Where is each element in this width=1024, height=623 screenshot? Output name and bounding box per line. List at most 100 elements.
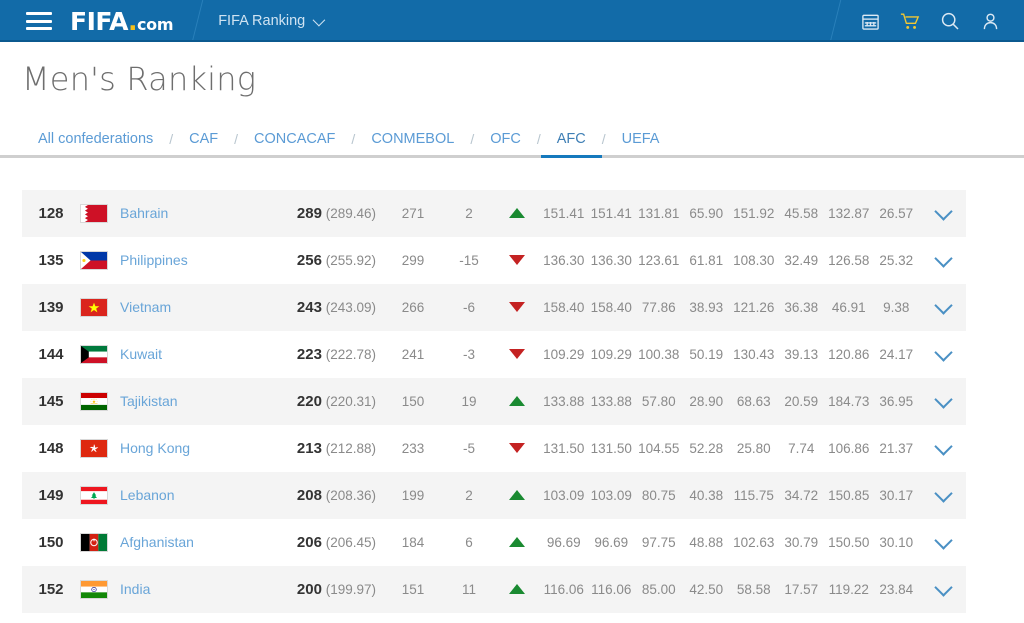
- table-row[interactable]: 152 India 200 (199.97) 151 11 116.06 116.06 85…: [22, 566, 966, 613]
- flag-icon: [80, 439, 108, 458]
- section-dropdown-label: FIFA Ranking: [218, 13, 306, 29]
- points-cell: 206 (206.45): [262, 519, 382, 566]
- table-row[interactable]: 145 Tajikistan 220 (220.31) 150 19 133.88 133…: [22, 378, 966, 425]
- tab-concacaf[interactable]: CONCACAF: [238, 131, 351, 158]
- table-row[interactable]: 144 Kuwait 223 (222.78) 241 -3 109.29 109.29 1…: [22, 331, 966, 378]
- points-cell: 220 (220.31): [262, 378, 382, 425]
- arrow-up-glyph: [509, 536, 525, 547]
- country-flag-cell: [80, 519, 120, 566]
- topbar-actions: [829, 0, 1024, 42]
- rank-change-value: 11: [461, 582, 476, 597]
- metric-value-8: 26.57: [879, 206, 914, 221]
- team-name-cell: Hong Kong: [120, 425, 262, 472]
- table-row[interactable]: 128 Bahrain 289 (289.46) 271 2 151.41 151.41 1…: [22, 190, 966, 237]
- trend-down-icon: [494, 284, 540, 331]
- points-exact-value: (289.46): [321, 205, 376, 221]
- chevron-down-icon: [933, 201, 953, 221]
- rank-change-value: 19: [461, 394, 477, 409]
- table-row[interactable]: 139 Vietnam 243 (243.09) 266 -6 158.40 158.40…: [22, 284, 966, 331]
- trend-up-icon: [494, 190, 540, 237]
- team-link[interactable]: Lebanon: [120, 487, 175, 503]
- table-row[interactable]: 148 Hong Kong 213 (212.88) 233 -5 131.50 131.…: [22, 425, 966, 472]
- metric-value-1: 151.41: [543, 206, 585, 221]
- team-link[interactable]: Kuwait: [120, 346, 162, 362]
- expand-row-button[interactable]: [920, 566, 966, 613]
- previous-points-value: 199: [401, 488, 425, 503]
- team-link[interactable]: Philippines: [120, 252, 188, 268]
- metric-value-2: 96.69: [594, 535, 629, 550]
- country-flag-cell: [80, 566, 120, 613]
- table-row[interactable]: 150 Afghanistan 206 (206.45) 184 6 96.69 96.6…: [22, 519, 966, 566]
- tab-uefa[interactable]: UEFA: [606, 131, 676, 158]
- country-flag-cell: [80, 472, 120, 519]
- metric-value-4: 42.50: [689, 582, 724, 597]
- metric-value-3: 104.55: [638, 441, 680, 456]
- team-link[interactable]: Afghanistan: [120, 534, 194, 550]
- points-exact-value: (206.45): [321, 534, 376, 550]
- chevron-down-icon: [933, 483, 953, 503]
- chevron-down-icon: [312, 13, 326, 26]
- tab-conmebol[interactable]: CONMEBOL: [355, 131, 470, 158]
- user-icon[interactable]: [970, 0, 1010, 42]
- calendar-icon[interactable]: [850, 0, 890, 42]
- team-link[interactable]: Bahrain: [120, 205, 168, 221]
- tab-caf[interactable]: CAF: [173, 131, 234, 158]
- country-flag-cell: [80, 425, 120, 472]
- section-dropdown[interactable]: FIFA Ranking: [218, 13, 326, 29]
- fifa-logo[interactable]: FIFA. com: [70, 9, 173, 34]
- expand-row-button[interactable]: [920, 378, 966, 425]
- metric-value-3: 80.75: [641, 488, 676, 503]
- country-flag-cell: [80, 190, 120, 237]
- expand-row-button[interactable]: [920, 237, 966, 284]
- expand-row-button[interactable]: [920, 425, 966, 472]
- expand-row-button[interactable]: [920, 190, 966, 237]
- metric-value-4: 48.88: [689, 535, 724, 550]
- country-flag-cell: [80, 378, 120, 425]
- team-link[interactable]: Vietnam: [120, 299, 171, 315]
- chevron-down-icon: [933, 436, 953, 456]
- flag-icon: [80, 580, 108, 599]
- metric-value-3: 57.80: [641, 394, 676, 409]
- team-link[interactable]: India: [120, 581, 150, 597]
- rank-value: 152: [38, 581, 64, 598]
- metric-value-4: 61.81: [689, 253, 724, 268]
- metric-value-3: 97.75: [641, 535, 676, 550]
- expand-row-button[interactable]: [920, 331, 966, 378]
- points-exact-value: (243.09): [321, 299, 376, 315]
- tab-ofc[interactable]: OFC: [474, 131, 537, 158]
- hamburger-menu-icon[interactable]: [26, 12, 52, 30]
- page-title: Men's Ranking: [22, 60, 257, 98]
- fifa-logo-com: com: [136, 14, 174, 34]
- table-row[interactable]: 135 Philippines 256 (255.92) 299 -15 136.30 1…: [22, 237, 966, 284]
- table-row[interactable]: 149 Lebanon 208 (208.36) 199 2 103.09 103.09 8…: [22, 472, 966, 519]
- arrow-down-glyph: [509, 301, 525, 312]
- points-exact-value: (255.92): [321, 252, 376, 268]
- metric-value-6: 20.59: [784, 394, 819, 409]
- expand-row-button[interactable]: [920, 284, 966, 331]
- previous-points-value: 271: [401, 206, 425, 221]
- team-name-cell: Bahrain: [120, 190, 262, 237]
- points-value: 220: [296, 392, 322, 410]
- tab-all-confederations[interactable]: All confederations: [22, 131, 169, 158]
- metric-value-5: 102.63: [733, 535, 775, 550]
- metric-value-5: 121.26: [733, 300, 775, 315]
- search-icon[interactable]: [930, 0, 970, 42]
- flag-icon: [80, 392, 108, 411]
- expand-row-button[interactable]: [920, 472, 966, 519]
- metric-value-1: 116.06: [543, 582, 584, 597]
- metric-value-1: 96.69: [546, 535, 581, 550]
- metric-value-7: 120.86: [828, 347, 870, 362]
- flag-icon: [80, 204, 108, 223]
- tab-afc[interactable]: AFC: [540, 131, 602, 158]
- team-link[interactable]: Hong Kong: [120, 440, 190, 456]
- metric-value-2: 133.88: [590, 394, 632, 409]
- metric-value-7: 150.85: [828, 488, 870, 503]
- cart-icon[interactable]: [890, 0, 930, 42]
- ranking-table-body: 128 Bahrain 289 (289.46) 271 2 151.41 151.41 1…: [22, 190, 966, 613]
- arrow-up-glyph: [509, 395, 525, 406]
- previous-points-value: 299: [401, 253, 425, 268]
- team-link[interactable]: Tajikistan: [120, 393, 178, 409]
- metric-value-2: 116.06: [591, 582, 632, 597]
- expand-row-button[interactable]: [920, 519, 966, 566]
- metric-value-8: 36.95: [879, 394, 914, 409]
